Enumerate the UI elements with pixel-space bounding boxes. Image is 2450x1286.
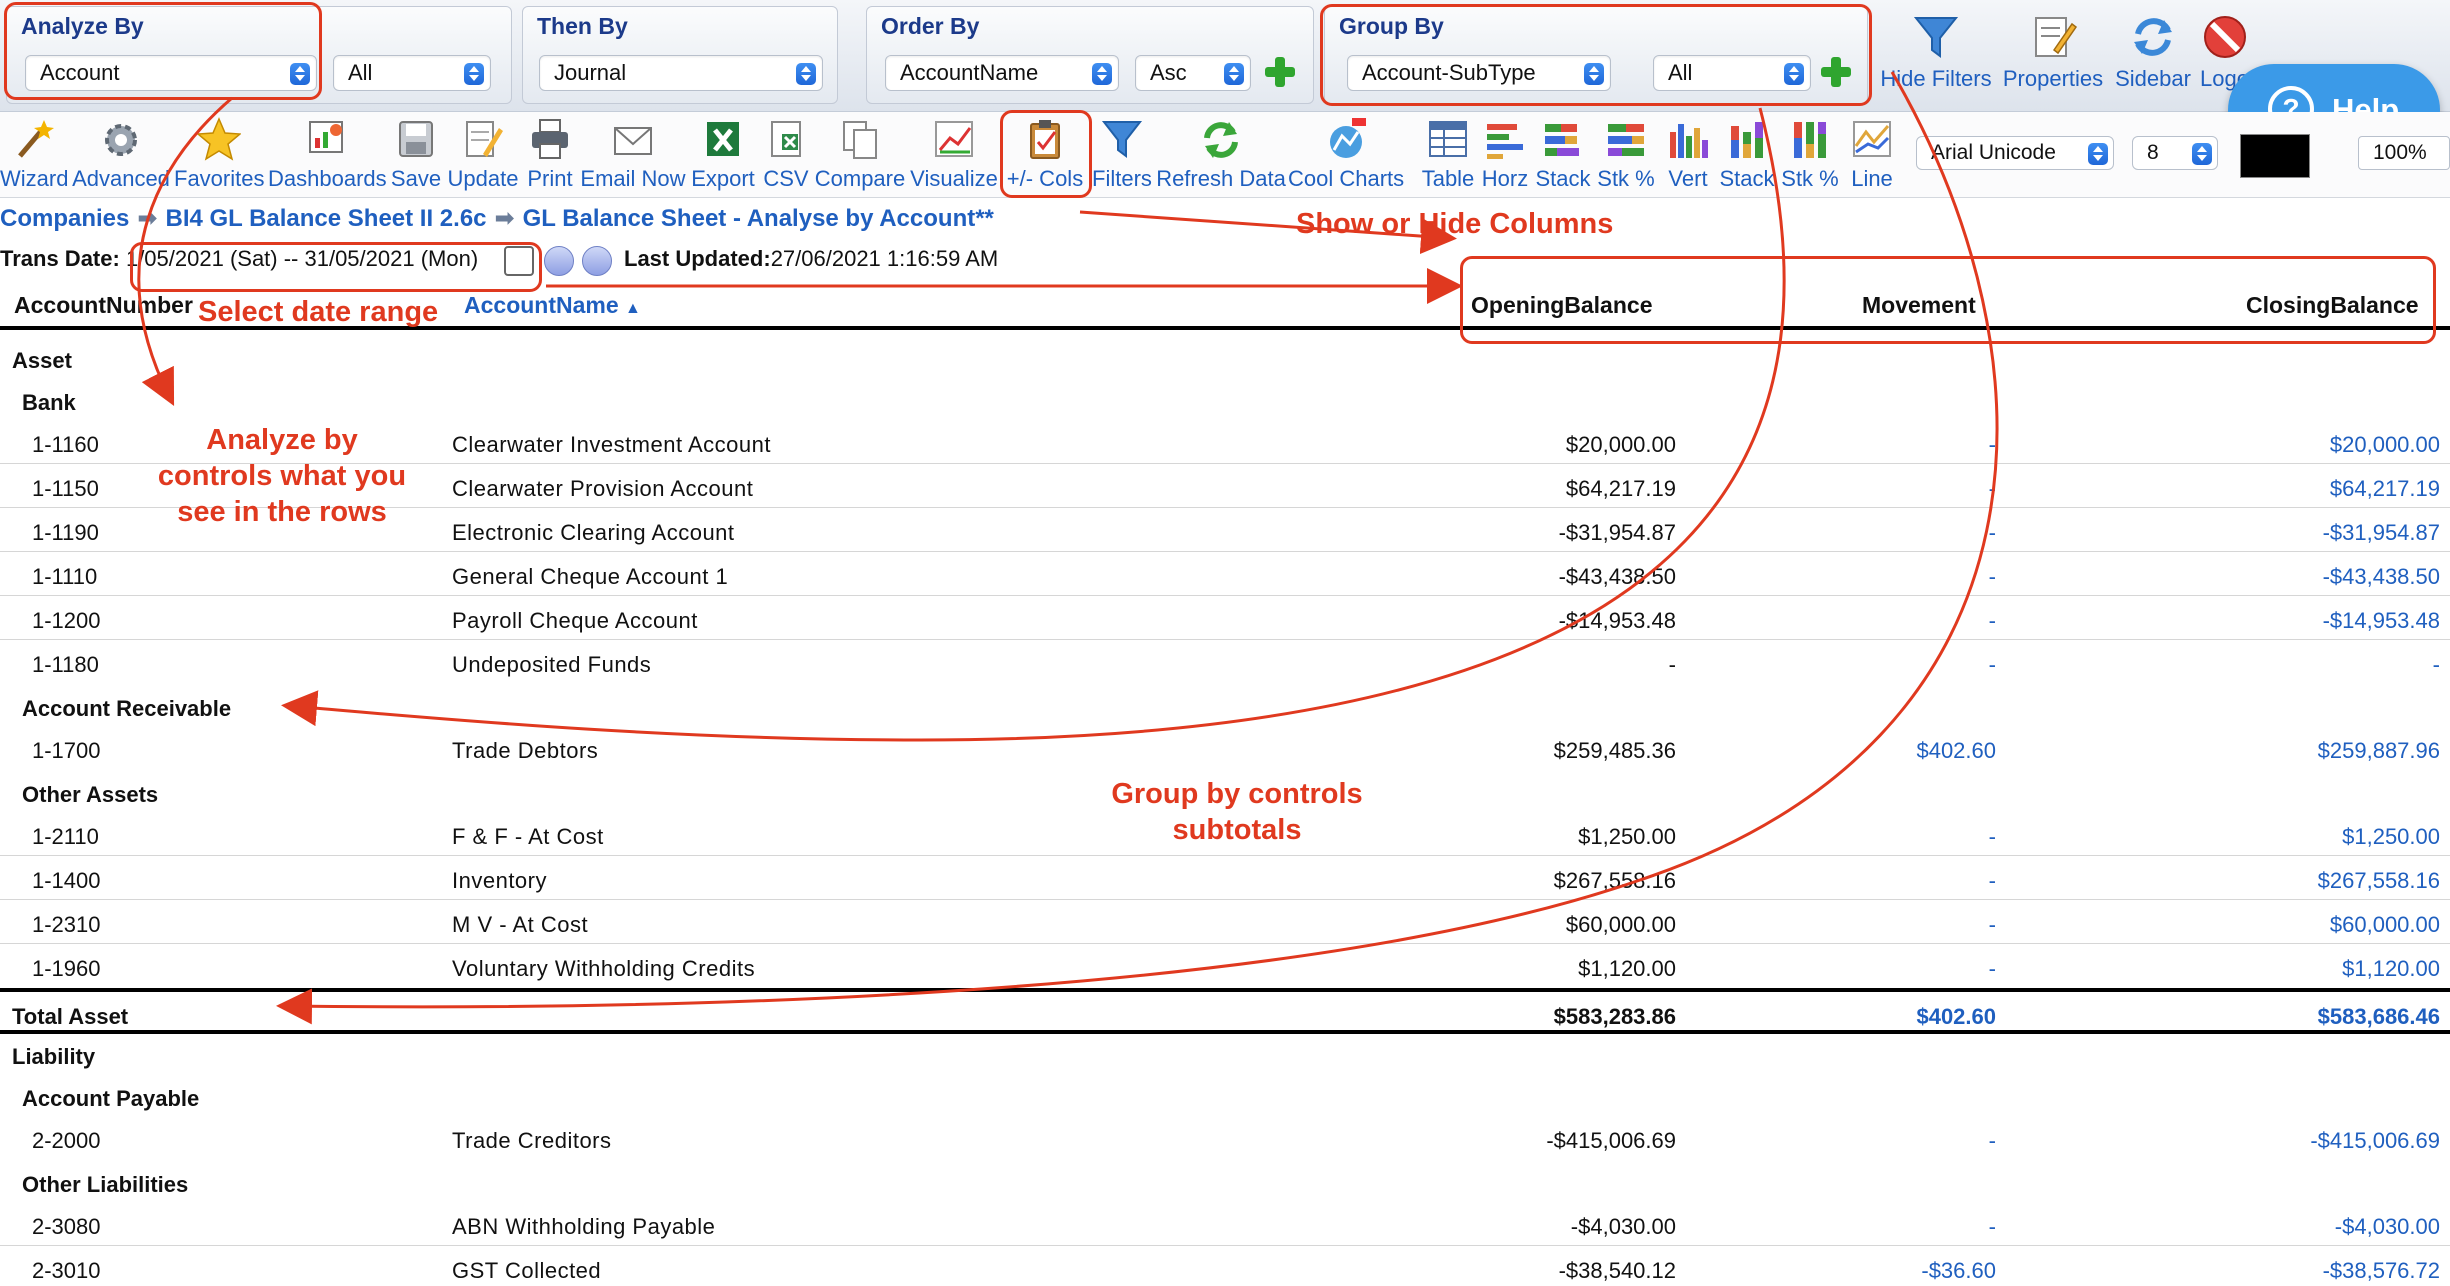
annotation-arrows [137,71,1999,1025]
arrow-group-receivable [281,107,1786,742]
arrow-cols [1079,210,1457,255]
arrow-group-total [276,71,1999,1025]
arrow-analyze-by [137,96,233,407]
